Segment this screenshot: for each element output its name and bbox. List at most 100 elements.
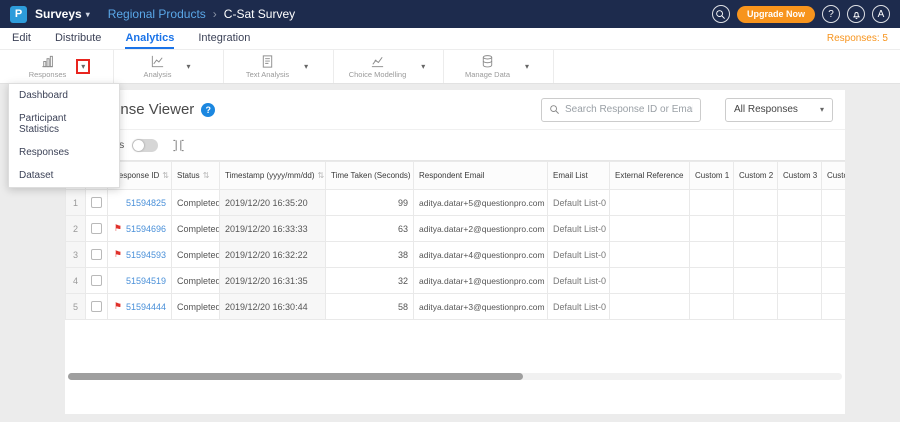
global-search-button[interactable] <box>712 5 730 23</box>
responses-table-wrap: Response ID⇅Status⇅Timestamp (yyyy/mm/dd… <box>65 160 845 320</box>
nav-tab-edit[interactable]: Edit <box>12 28 31 49</box>
column-header-label: Custom 4 <box>827 171 845 180</box>
column-header-label: Custom 1 <box>695 171 729 180</box>
toolbar-group-text-analysis: Text Analysis ▾ <box>224 50 334 83</box>
columns-icon[interactable] <box>172 139 185 152</box>
toolbar-item-responses[interactable]: Responses <box>29 54 67 79</box>
breadcrumb-current: C-Sat Survey <box>224 7 295 21</box>
account-avatar[interactable]: A <box>872 5 890 23</box>
toolbar-caret-manage-data[interactable]: ▾ <box>522 61 532 72</box>
column-header-timestamp-yyyy-mm-dd-[interactable]: Timestamp (yyyy/mm/dd)⇅ <box>220 162 326 190</box>
toolbar-item-choice-modelling[interactable]: Choice Modelling <box>349 54 407 79</box>
empty-cell <box>610 242 690 268</box>
toolbar-caret-responses[interactable]: ▾ <box>78 61 88 72</box>
breadcrumb-parent-link[interactable]: Regional Products <box>108 7 206 21</box>
empty-cell <box>822 268 846 294</box>
respondent-email-cell: aditya.datar+4@questionpro.com <box>414 242 548 268</box>
row-checkbox[interactable] <box>91 197 102 208</box>
search-icon <box>715 9 726 20</box>
row-number: 5 <box>66 294 86 320</box>
timestamp-cell: 2019/12/20 16:31:35 <box>220 268 326 294</box>
help-button[interactable]: ? <box>822 5 840 23</box>
chevron-down-icon: ▾ <box>86 10 90 19</box>
nav-tab-analytics[interactable]: Analytics <box>125 28 174 49</box>
row-select-cell <box>86 242 108 268</box>
response-id-cell: ⚑ 51594593 <box>108 242 172 268</box>
column-header-custom-4: Custom 4 <box>822 162 846 190</box>
horizontal-scrollbar[interactable] <box>68 373 842 380</box>
nav-tab-distribute[interactable]: Distribute <box>55 28 101 49</box>
column-header-time-taken-seconds-[interactable]: Time Taken (Seconds)⇅ <box>326 162 414 190</box>
column-header-custom-2: Custom 2 <box>734 162 778 190</box>
response-id-link[interactable]: 51594519 <box>126 276 166 286</box>
row-select-cell <box>86 294 108 320</box>
nav-tab-integration[interactable]: Integration <box>198 28 250 49</box>
surveys-menu-label: Surveys <box>35 7 82 21</box>
status-cell: Completed <box>172 216 220 242</box>
response-id-link[interactable]: 51594696 <box>126 224 166 234</box>
response-id-cell: 51594519 <box>108 268 172 294</box>
sort-icon[interactable]: ⇅ <box>318 171 325 180</box>
viewer-header: Response Viewer ? All Responses ▾ <box>65 90 845 130</box>
toolbar-item-text-analysis[interactable]: Text Analysis <box>246 54 289 79</box>
column-header-status[interactable]: Status⇅ <box>172 162 220 190</box>
menu-item-dashboard[interactable]: Dashboard <box>9 84 119 107</box>
help-icon[interactable]: ? <box>201 103 215 117</box>
toolbar-group-choice-modelling: Choice Modelling ▾ <box>334 50 444 83</box>
empty-cell <box>822 242 846 268</box>
time-taken-cell: 38 <box>326 242 414 268</box>
menu-item-dataset[interactable]: Dataset <box>9 164 119 187</box>
notifications-button[interactable] <box>847 5 865 23</box>
row-number: 3 <box>66 242 86 268</box>
sort-icon[interactable]: ⇅ <box>162 171 169 180</box>
table-header-row: Response ID⇅Status⇅Timestamp (yyyy/mm/dd… <box>66 162 846 190</box>
empty-cell <box>734 216 778 242</box>
flag-icon: ⚑ <box>114 223 122 234</box>
status-cell: Completed <box>172 268 220 294</box>
row-number: 2 <box>66 216 86 242</box>
row-checkbox[interactable] <box>91 223 102 234</box>
response-id-link[interactable]: 51594825 <box>126 198 166 208</box>
toolbar-caret-analysis[interactable]: ▾ <box>183 61 193 72</box>
respondent-email-cell: aditya.datar+3@questionpro.com <box>414 294 548 320</box>
empty-cell <box>822 294 846 320</box>
toolbar-caret-text-analysis[interactable]: ▾ <box>301 61 311 72</box>
choice-modelling-icon <box>370 54 385 69</box>
text-analysis-icon <box>260 54 275 69</box>
empty-cell <box>734 294 778 320</box>
menu-item-responses[interactable]: Responses <box>9 141 119 164</box>
response-filter-select[interactable]: All Responses ▾ <box>725 98 833 122</box>
empty-cell <box>610 216 690 242</box>
surveys-menu[interactable]: Surveys ▾ <box>35 7 90 21</box>
empty-cell <box>778 242 822 268</box>
search-input[interactable] <box>565 104 693 115</box>
questionpro-logo[interactable]: P <box>10 6 27 23</box>
response-id-link[interactable]: 51594444 <box>126 302 166 312</box>
scrollbar-thumb[interactable] <box>68 373 523 380</box>
row-checkbox[interactable] <box>91 249 102 260</box>
response-id-cell: ⚑ 51594696 <box>108 216 172 242</box>
menu-item-participant-statistics[interactable]: Participant Statistics <box>9 107 119 141</box>
status-cell: Completed <box>172 242 220 268</box>
toolbar-item-manage-data[interactable]: Manage Data <box>465 54 510 79</box>
column-header-label: Time Taken (Seconds) <box>331 171 411 180</box>
questions-toggle[interactable] <box>132 139 158 152</box>
empty-cell <box>610 268 690 294</box>
sort-icon[interactable]: ⇅ <box>203 171 210 180</box>
response-search-box <box>541 98 701 122</box>
column-header-email-list: Email List <box>548 162 610 190</box>
row-checkbox[interactable] <box>91 275 102 286</box>
toolbar-caret-choice-modelling[interactable]: ▾ <box>418 61 428 72</box>
time-taken-cell: 63 <box>326 216 414 242</box>
row-checkbox[interactable] <box>91 301 102 312</box>
table-options-row: Questions <box>65 130 845 160</box>
column-header-respondent-email: Respondent Email <box>414 162 548 190</box>
toggle-knob <box>133 140 144 151</box>
flag-icon: ⚑ <box>114 249 122 260</box>
timestamp-cell: 2019/12/20 16:33:33 <box>220 216 326 242</box>
timestamp-cell: 2019/12/20 16:30:44 <box>220 294 326 320</box>
upgrade-button[interactable]: Upgrade Now <box>737 6 815 23</box>
table-row: 3⚑51594593Completed2019/12/20 16:32:2238… <box>66 242 846 268</box>
response-id-link[interactable]: 51594593 <box>126 250 166 260</box>
toolbar-item-analysis[interactable]: Analysis <box>144 54 172 79</box>
